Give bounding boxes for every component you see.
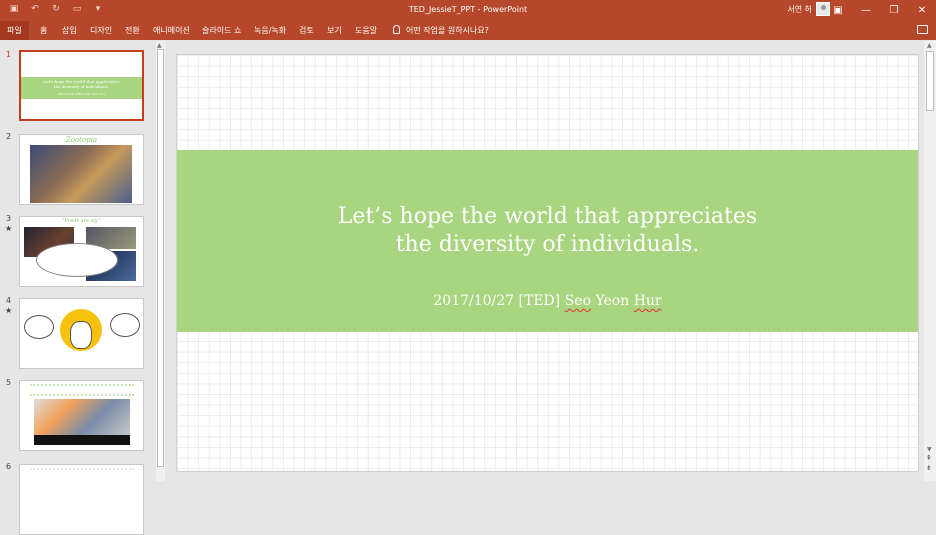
tab-slide-show[interactable]: 슬라이드 쇼: [202, 25, 241, 36]
thumbnail-content: [30, 468, 134, 474]
character-face: [70, 321, 92, 349]
thumbnail-subtitle: 2017/10/27 [TED] Seo Yeon Hur: [57, 92, 106, 96]
subtitle-name-1: Seo: [564, 293, 592, 309]
slide-title[interactable]: Let’s hope the world that appreciates th…: [177, 203, 918, 259]
speech-bubble: [110, 313, 140, 337]
slide-canvas[interactable]: Let’s hope the world that appreciates th…: [176, 54, 919, 472]
title-band: Let’s hope the world that appreciates th…: [177, 150, 918, 332]
tab-view[interactable]: 보기: [327, 25, 342, 36]
slide-thumbnail-2[interactable]: Zootopia: [19, 134, 144, 205]
title-bar: ▣ ↶ ↻ ▭ ▾ TED_JessieT_PPT - PowerPoint 서…: [0, 0, 936, 21]
tab-file[interactable]: 파일: [0, 21, 29, 40]
title-line-2: the diversity of individuals.: [395, 232, 700, 257]
scroll-up-icon[interactable]: ▲: [157, 42, 162, 49]
title-line-1: Let’s hope the world that appreciates: [337, 204, 758, 229]
thumbnail-band: Let's hope the world that appreciates the…: [21, 77, 142, 99]
slide-thumbnail-1[interactable]: Let's hope the world that appreciates the…: [19, 50, 144, 121]
subtitle-name-2: Yeon: [595, 293, 630, 309]
slide-thumbnail-3[interactable]: "Preds are sly.": [19, 216, 144, 287]
maximize-icon[interactable]: ❐: [880, 0, 908, 21]
subtitle-strip: [34, 435, 130, 445]
tab-help[interactable]: 도움말: [355, 25, 377, 36]
tell-me-box[interactable]: 어떤 작업을 원하시나요?: [393, 25, 489, 36]
ribbon-display-icon[interactable]: ▣: [824, 0, 852, 21]
slide-number: 4: [6, 296, 12, 305]
slide-number: 6: [6, 462, 12, 471]
animation-star-icon: ★: [5, 224, 13, 233]
slide-number: 1: [6, 50, 12, 59]
slide-thumbnail-5[interactable]: [19, 380, 144, 451]
slide-number: 5: [6, 378, 12, 387]
lightbulb-icon: [393, 25, 400, 34]
slide-number: 3: [6, 214, 12, 223]
speech-bubble: [24, 315, 54, 339]
scrollbar-thumb[interactable]: [926, 51, 934, 111]
thumbnail-line2: the diversity of individuals.: [53, 84, 110, 89]
tell-me-text: 어떤 작업을 원하시나요?: [406, 26, 489, 35]
subtitle-prefix: 2017/10/27 [TED]: [433, 293, 565, 309]
slide-number: 2: [6, 132, 12, 141]
next-slide-icon[interactable]: ⇟: [926, 465, 932, 472]
editor-scrollbar[interactable]: ▲ ▼ ⇞ ⇟: [924, 41, 936, 481]
tab-transitions[interactable]: 전환: [125, 25, 140, 36]
tab-recording[interactable]: 녹음/녹화: [254, 25, 286, 36]
subtitle-name-3: Hur: [633, 293, 662, 309]
movie-still-image: [34, 399, 130, 439]
slide-subtitle[interactable]: 2017/10/27 [TED] Seo Yeon Hur: [177, 293, 918, 309]
zootopia-poster-image: [30, 145, 132, 203]
slide-thumbnail-4[interactable]: [19, 298, 144, 369]
comments-icon[interactable]: [917, 25, 928, 34]
tab-design[interactable]: 디자인: [90, 25, 112, 36]
ribbon-tabs: 파일 홈 삽입 디자인 전환 애니메이션 슬라이드 쇼 녹음/녹화 검토 보기 …: [0, 21, 936, 40]
slide-thumbnail-pane: 1 Let's hope the world that appreciates t…: [0, 40, 167, 535]
speech-bubble: [36, 243, 118, 277]
slide-thumbnail-6[interactable]: [19, 464, 144, 535]
scroll-up-icon[interactable]: ▲: [927, 42, 932, 49]
animation-star-icon: ★: [5, 306, 13, 315]
scrollbar-thumb[interactable]: [157, 49, 164, 467]
previous-slide-icon[interactable]: ⇞: [926, 455, 932, 462]
quote-text-lines: [30, 384, 134, 396]
minimize-icon[interactable]: —: [852, 0, 880, 21]
tab-review[interactable]: 검토: [299, 25, 314, 36]
tab-animations[interactable]: 애니메이션: [153, 25, 190, 36]
thumbnail-title: "Preds are sly.": [62, 218, 101, 224]
user-name[interactable]: 서연 허: [787, 4, 812, 15]
tab-home[interactable]: 홈: [40, 25, 47, 36]
scroll-down-icon[interactable]: ▼: [927, 446, 932, 453]
tab-insert[interactable]: 삽입: [62, 25, 77, 36]
thumbnail-scrollbar[interactable]: ▲: [156, 41, 165, 481]
window-controls: ▣ — ❐ ✕: [824, 0, 936, 21]
thumbnail-title: Zootopia: [65, 136, 98, 144]
close-icon[interactable]: ✕: [908, 0, 936, 21]
